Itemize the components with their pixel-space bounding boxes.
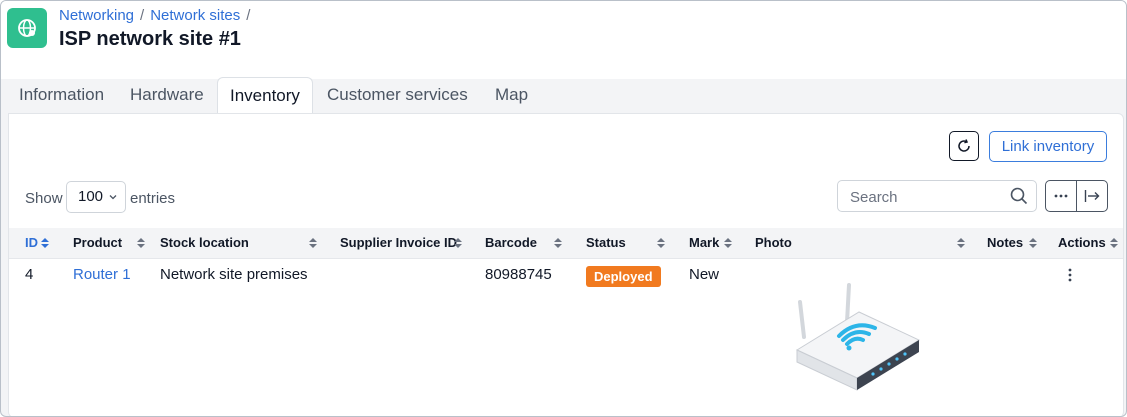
column-header-label: Mark <box>689 235 720 250</box>
column-header-supplier-invoice-id[interactable]: Supplier Invoice ID <box>340 228 457 258</box>
cell-barcode: 80988745 <box>485 266 552 283</box>
refresh-button[interactable] <box>949 131 979 161</box>
cell-id: 4 <box>25 266 34 283</box>
column-header-barcode[interactable]: Barcode <box>485 228 537 258</box>
cell-product-link[interactable]: Router 1 <box>73 266 131 283</box>
column-header-label: ID <box>25 235 38 250</box>
link-inventory-button[interactable]: Link inventory <box>989 131 1107 162</box>
router-photo[interactable] <box>789 282 929 392</box>
app-window: Networking / Network sites / ISP network si… <box>0 0 1127 417</box>
show-label: Show <box>25 190 63 207</box>
inventory-panel: Link inventory Show 100 entries Search I… <box>8 113 1124 416</box>
sort-icon[interactable] <box>454 238 462 248</box>
column-header-stock-location[interactable]: Stock location <box>160 228 249 258</box>
sort-icon[interactable] <box>554 238 562 248</box>
tab-information[interactable]: Information <box>7 77 116 113</box>
export-button[interactable] <box>1076 181 1107 211</box>
column-header-actions[interactable]: Actions <box>1058 228 1106 258</box>
breadcrumb-separator: / <box>246 7 251 24</box>
tab-hardware[interactable]: Hardware <box>118 77 216 113</box>
page-title: ISP network site #1 <box>59 28 241 50</box>
globe-icon <box>7 8 47 48</box>
entries-label: entries <box>130 190 176 207</box>
breadcrumb: Networking / Network sites / <box>59 7 256 24</box>
sort-icon[interactable] <box>724 238 732 248</box>
column-header-id[interactable]: ID <box>25 228 38 258</box>
ellipsis-icon <box>1054 194 1068 198</box>
tab-map[interactable]: Map <box>483 77 540 113</box>
column-header-label: Product <box>73 235 123 250</box>
more-options-button[interactable] <box>1046 181 1076 211</box>
tab-inventory[interactable]: Inventory <box>217 77 313 115</box>
column-header-label: Actions <box>1058 235 1106 250</box>
entries-select-value: 100 <box>78 188 104 205</box>
sort-icon[interactable] <box>657 238 665 248</box>
column-header-label: Stock location <box>160 235 249 250</box>
column-header-notes[interactable]: Notes <box>987 228 1023 258</box>
status-badge: Deployed <box>586 266 661 287</box>
column-header-product[interactable]: Product <box>73 228 122 258</box>
column-header-mark[interactable]: Mark <box>689 228 719 258</box>
tab-customer-services[interactable]: Customer services <box>315 77 480 113</box>
column-header-status[interactable]: Status <box>586 228 626 258</box>
page-header: Networking / Network sites / ISP network si… <box>1 1 1126 79</box>
search-box <box>837 180 1037 213</box>
entries-select[interactable]: 100 <box>66 181 126 213</box>
cell-mark: New <box>689 266 720 283</box>
column-header-label: Status <box>586 235 626 250</box>
sort-icon[interactable] <box>309 238 317 248</box>
cell-stock-location: Network site premises <box>160 266 308 283</box>
breadcrumb-networking[interactable]: Networking <box>59 7 134 24</box>
refresh-icon <box>958 139 970 152</box>
kebab-menu-icon[interactable] <box>1065 267 1075 283</box>
breadcrumb-separator: / <box>140 7 145 24</box>
table-tools-group <box>1045 180 1108 212</box>
column-header-label: Supplier Invoice ID <box>340 235 458 250</box>
column-header-label: Barcode <box>485 235 538 250</box>
column-header-photo[interactable]: Photo <box>755 228 792 258</box>
column-header-label: Notes <box>987 235 1024 250</box>
search-input[interactable] <box>838 181 1012 213</box>
arrow-right-to-line-icon <box>1084 190 1100 202</box>
table-header: ID Product Stock location Supplier Invoi… <box>9 228 1123 259</box>
sort-icon[interactable] <box>1029 238 1037 248</box>
breadcrumb-network-sites[interactable]: Network sites <box>150 7 240 24</box>
sort-icon[interactable] <box>957 238 965 248</box>
search-icon[interactable] <box>1010 187 1028 205</box>
column-header-label: Photo <box>755 235 792 250</box>
sort-icon[interactable] <box>137 238 145 248</box>
sort-icon[interactable] <box>1110 238 1118 248</box>
chevron-down-icon <box>109 195 117 200</box>
sort-icon[interactable] <box>41 238 49 248</box>
